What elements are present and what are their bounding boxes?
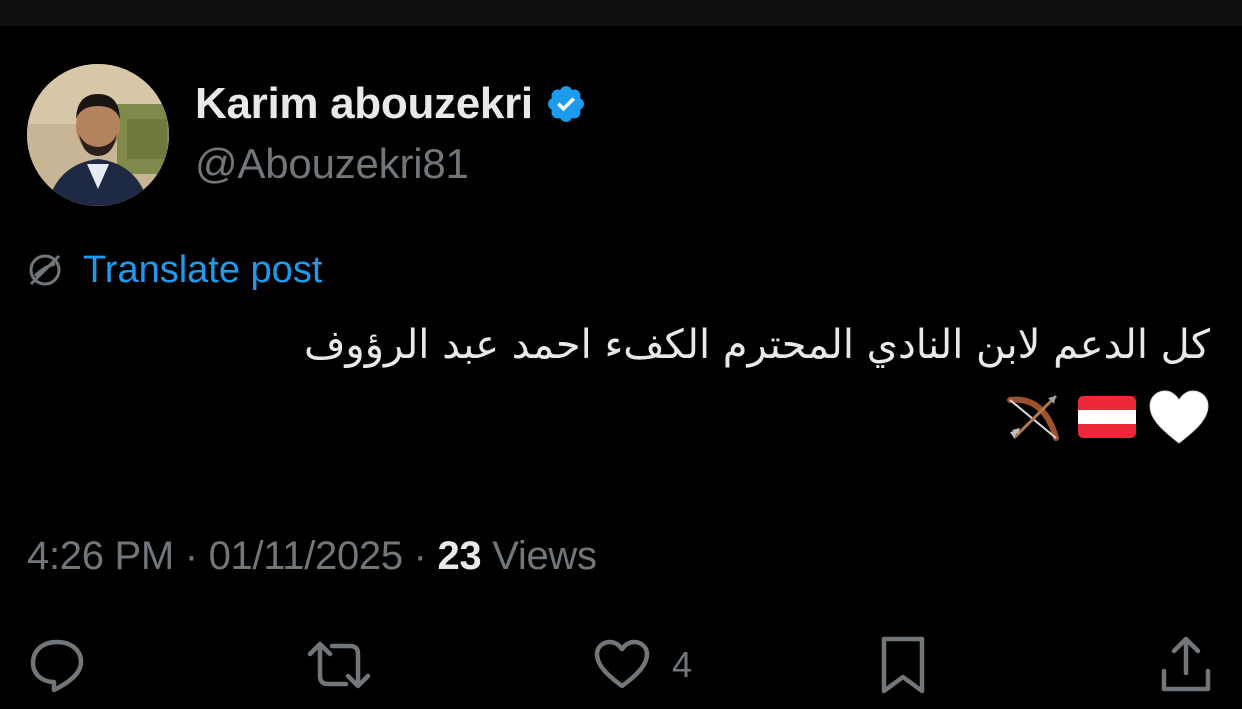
post-meta: 4:26 PM · 01/11/2025 · 23 Views [27, 534, 597, 579]
translate-post-link[interactable]: Translate post [25, 247, 322, 293]
views-label: Views [492, 534, 597, 578]
translate-globe-icon [25, 250, 65, 290]
top-status-bar [0, 0, 1242, 26]
post-date[interactable]: 01/11/2025 [209, 534, 404, 578]
post-text: كل الدعم لابن النادي المحترم الكفء احمد … [303, 322, 1210, 368]
avatar[interactable] [27, 64, 169, 206]
meta-separator: · [413, 534, 427, 578]
like-button[interactable]: 4 [594, 630, 692, 700]
reply-icon [28, 636, 86, 694]
reply-button[interactable] [28, 630, 86, 700]
bow-and-arrow-emoji [1004, 386, 1066, 453]
white-heart-emoji [1148, 389, 1210, 450]
bookmark-button[interactable] [880, 630, 926, 700]
author-display-name[interactable]: Karim abouzekri [195, 79, 533, 129]
like-count: 4 [672, 644, 693, 685]
meta-separator: · [184, 534, 198, 578]
repost-button[interactable] [306, 630, 372, 700]
post-time[interactable]: 4:26 PM [27, 534, 174, 578]
bookmark-icon [880, 635, 926, 695]
author-handle[interactable]: @Abouzekri81 [195, 140, 469, 188]
post-emoji-row [1004, 386, 1210, 453]
heart-icon [594, 639, 650, 691]
share-button[interactable] [1158, 630, 1214, 700]
verified-badge-icon [545, 83, 587, 125]
post-action-bar: 4 [0, 630, 1242, 700]
repost-icon [306, 636, 372, 694]
austria-flag-emoji [1078, 396, 1136, 443]
views-count: 23 [437, 534, 482, 578]
translate-post-label[interactable]: Translate post [83, 249, 322, 292]
share-icon [1158, 635, 1214, 695]
